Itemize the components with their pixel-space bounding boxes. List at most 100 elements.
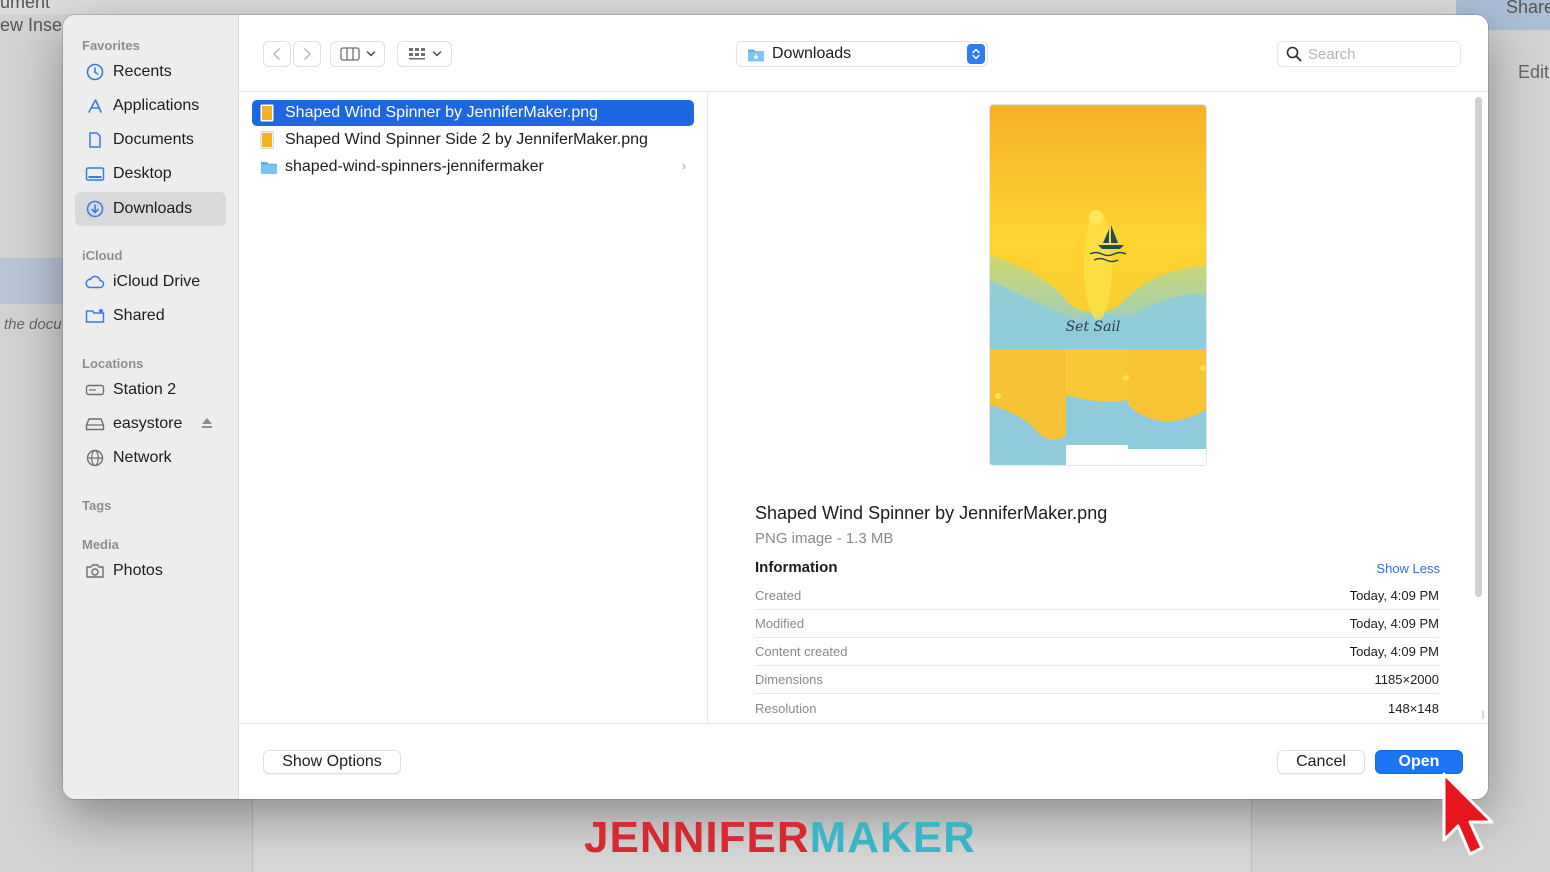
preview-scrollbar[interactable] bbox=[1475, 97, 1482, 597]
brand-part-1: JENNIFER bbox=[584, 813, 810, 862]
shared-folder-icon bbox=[85, 306, 105, 326]
mouse-pointer-icon bbox=[1442, 772, 1494, 856]
info-label: Content created bbox=[755, 644, 848, 659]
updown-chevron-icon[interactable] bbox=[967, 44, 985, 64]
globe-icon bbox=[85, 448, 105, 468]
preview-image-caption: Set Sail bbox=[1066, 319, 1121, 335]
file-list: Shaped Wind Spinner by JenniferMaker.png… bbox=[239, 93, 714, 723]
sidebar-item-applications[interactable]: Applications bbox=[75, 89, 226, 123]
sidebar-item-desktop[interactable]: Desktop bbox=[75, 157, 226, 191]
drive-icon bbox=[85, 380, 105, 400]
grid-icon bbox=[408, 48, 425, 60]
chevron-right-icon: › bbox=[682, 159, 686, 173]
info-row-created: Created Today, 4:09 PM bbox=[755, 582, 1439, 610]
file-name: Shaped Wind Spinner by JenniferMaker.png bbox=[285, 104, 599, 121]
sidebar-item-station-2[interactable]: Station 2 bbox=[75, 373, 226, 407]
location-label: Downloads bbox=[772, 45, 852, 62]
document-icon bbox=[85, 130, 105, 150]
info-row-modified: Modified Today, 4:09 PM bbox=[755, 610, 1439, 638]
info-label: Resolution bbox=[755, 700, 817, 716]
sidebar-item-recents[interactable]: Recents bbox=[75, 55, 226, 89]
applications-icon bbox=[85, 96, 105, 116]
open-file-dialog: Favorites Recents Applications Documents… bbox=[63, 15, 1488, 799]
file-row-shaped-wind-spinners-folder[interactable]: shaped-wind-spinners-jennifermaker › bbox=[252, 154, 694, 180]
sidebar-section-locations: Locations bbox=[82, 356, 144, 371]
chevron-down-icon bbox=[366, 51, 375, 57]
preview-file-name: Shaped Wind Spinner by JenniferMaker.png bbox=[755, 503, 1108, 523]
preview-pane: Set Sail Shaped Wind Spinner by Jennifer… bbox=[709, 93, 1488, 723]
brand-part-2: MAKER bbox=[809, 813, 976, 862]
brand-logo: JENNIFERMAKER bbox=[584, 813, 976, 863]
info-row-dimensions: Dimensions 1185×2000 bbox=[755, 666, 1439, 694]
background-doc-hint: the docu bbox=[4, 316, 62, 333]
info-label: Dimensions bbox=[755, 672, 823, 687]
search-icon bbox=[1286, 46, 1302, 62]
chevron-down-icon bbox=[432, 51, 441, 57]
sidebar-item-downloads[interactable]: Downloads bbox=[75, 192, 226, 226]
background-share-label: Share bbox=[1506, 0, 1550, 17]
sidebar-item-label: Recents bbox=[113, 63, 172, 80]
info-value: 1185×2000 bbox=[1374, 672, 1439, 687]
external-drive-icon bbox=[85, 414, 105, 434]
show-options-button[interactable]: Show Options bbox=[263, 750, 401, 774]
back-button[interactable] bbox=[263, 41, 291, 67]
bottom-bar: Show Options Cancel Open bbox=[239, 723, 1488, 799]
group-button[interactable] bbox=[397, 41, 452, 67]
background-edit-label: Edit bbox=[1518, 62, 1550, 82]
sidebar: Favorites Recents Applications Documents… bbox=[63, 15, 239, 799]
background-menu-text: ument bbox=[0, 0, 51, 12]
eject-icon[interactable] bbox=[200, 416, 214, 430]
desktop-icon bbox=[85, 164, 105, 184]
sidebar-item-documents[interactable]: Documents bbox=[75, 123, 226, 157]
sidebar-item-network[interactable]: Network bbox=[75, 441, 226, 475]
sidebar-item-label: iCloud Drive bbox=[113, 273, 201, 290]
chevron-left-icon bbox=[272, 48, 280, 60]
info-value: Today, 4:09 PM bbox=[1349, 616, 1439, 631]
info-value: Today, 4:09 PM bbox=[1349, 588, 1439, 603]
sidebar-item-label: Applications bbox=[113, 97, 200, 114]
preview-image: Set Sail bbox=[990, 105, 1206, 465]
sidebar-item-label: Shared bbox=[113, 307, 165, 324]
toolbar: Downloads bbox=[239, 15, 1488, 92]
sidebar-item-label: Documents bbox=[113, 131, 194, 148]
background-menu-text-2: ew Inse bbox=[0, 15, 63, 35]
sidebar-item-label: Station 2 bbox=[113, 381, 177, 398]
file-name: Shaped Wind Spinner Side 2 by JenniferMa… bbox=[285, 131, 648, 148]
cancel-button[interactable]: Cancel bbox=[1277, 750, 1365, 774]
sidebar-item-icloud-drive[interactable]: iCloud Drive bbox=[75, 265, 226, 299]
camera-icon bbox=[85, 561, 105, 581]
png-file-icon bbox=[260, 104, 274, 122]
sidebar-item-label: Network bbox=[113, 449, 172, 466]
info-value: 148×148 bbox=[1388, 700, 1439, 716]
forward-button[interactable] bbox=[293, 41, 321, 67]
view-columns-button[interactable] bbox=[330, 41, 385, 67]
column-resize-handle[interactable]: || bbox=[1481, 709, 1485, 719]
sidebar-item-label: Photos bbox=[113, 562, 163, 579]
folder-icon bbox=[261, 161, 277, 174]
png-file-icon bbox=[260, 131, 274, 149]
sidebar-item-easystore[interactable]: easystore bbox=[75, 407, 226, 441]
info-row-resolution: Resolution 148×148 bbox=[755, 694, 1439, 722]
background-menubar bbox=[0, 0, 1550, 14]
folder-icon bbox=[748, 49, 764, 61]
sidebar-item-photos[interactable]: Photos bbox=[75, 554, 226, 588]
sidebar-section-media: Media bbox=[82, 537, 119, 552]
sidebar-item-shared[interactable]: Shared bbox=[75, 299, 226, 333]
info-label: Created bbox=[755, 588, 802, 603]
cloud-icon bbox=[85, 272, 105, 292]
search-field[interactable] bbox=[1277, 41, 1461, 67]
sidebar-item-label: Desktop bbox=[113, 165, 172, 182]
search-input[interactable] bbox=[1308, 45, 1458, 63]
file-row-shaped-wind-spinner-side-2[interactable]: Shaped Wind Spinner Side 2 by JenniferMa… bbox=[252, 127, 694, 153]
sidebar-section-favorites: Favorites bbox=[82, 38, 140, 53]
location-popup[interactable]: Downloads bbox=[736, 41, 988, 67]
preview-file-kind: PNG image - 1.3 MB bbox=[755, 530, 894, 547]
downloads-icon bbox=[85, 199, 105, 219]
sidebar-section-tags: Tags bbox=[82, 498, 112, 513]
show-less-link[interactable]: Show Less bbox=[1376, 561, 1440, 576]
information-heading: Information bbox=[755, 559, 838, 576]
background-highlight bbox=[0, 258, 64, 304]
file-row-shaped-wind-spinner[interactable]: Shaped Wind Spinner by JenniferMaker.png bbox=[252, 100, 694, 126]
columns-view-icon bbox=[339, 47, 360, 61]
info-label: Modified bbox=[755, 616, 805, 631]
